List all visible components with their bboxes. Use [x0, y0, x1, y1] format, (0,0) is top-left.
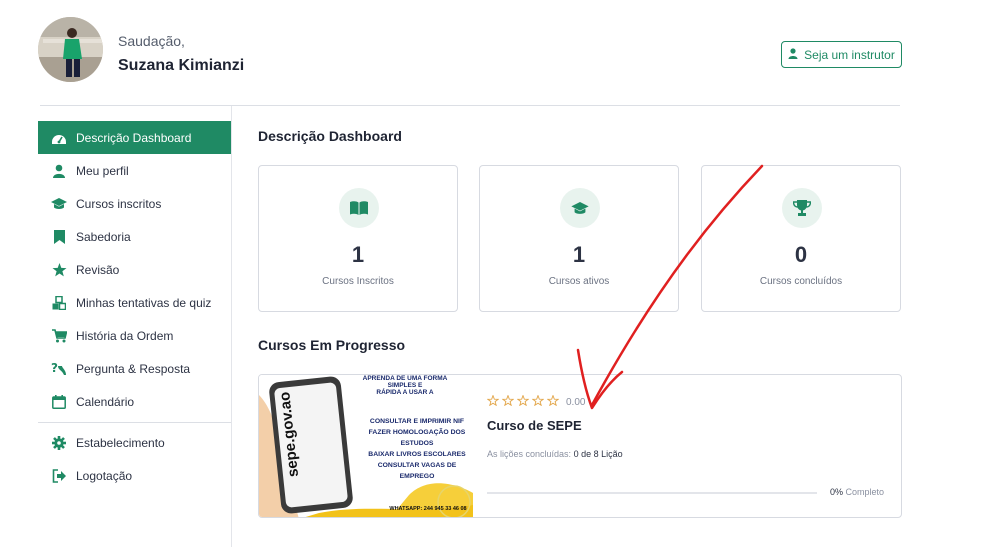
lessons-value: 0 de 8 Lição [573, 449, 623, 459]
sidebar-item-calendar[interactable]: Calendário [38, 385, 231, 418]
become-instructor-label: Seja um instrutor [804, 47, 895, 62]
annotation-arrow [576, 164, 764, 410]
progress-value: 0% [830, 487, 844, 497]
sidebar-item-quiz-attempts[interactable]: Minhas tentativas de quiz [38, 286, 231, 319]
user-icon [50, 162, 68, 180]
sidebar-item-label: Meu perfil [76, 163, 129, 178]
sidebar-item-wishlist[interactable]: Sabedoria [38, 220, 231, 253]
lessons-completed: As lições concluídas: 0 de 8 Lição [487, 449, 623, 459]
thumb-whatsapp: WHATSAPP: 244 945 33 46 08 [389, 506, 467, 512]
logout-icon [50, 467, 68, 485]
stat-card-enrolled: 1 Cursos Inscritos [258, 165, 458, 312]
course-title[interactable]: Curso de SEPE [487, 418, 582, 433]
become-instructor-button[interactable]: Seja um instrutor [781, 41, 902, 68]
thumb-line-2: RÁPIDA A USAR A [376, 389, 434, 396]
sidebar-item-logout[interactable]: Logotação [38, 459, 231, 492]
sidebar-item-label: Cursos inscritos [76, 196, 162, 211]
dashboard-icon [50, 129, 68, 147]
sidebar-item-dashboard[interactable]: Descrição Dashboard [38, 121, 231, 154]
stat-label: Cursos Inscritos [322, 276, 394, 287]
bookmark-icon [50, 228, 68, 246]
trophy-icon [782, 188, 822, 228]
thumb-feature: CONSULTAR E IMPRIMIR NIF [369, 418, 465, 425]
lessons-label: As lições concluídas: [487, 449, 572, 459]
star-empty-icon [546, 394, 560, 409]
sidebar-item-enrolled-courses[interactable]: Cursos inscritos [38, 187, 231, 220]
star-icon [50, 261, 68, 279]
svg-text:?: ? [51, 361, 58, 375]
cubes-icon [50, 294, 68, 312]
sidebar-item-label: Logotação [76, 468, 133, 483]
graduation-cap-icon [50, 195, 68, 213]
thumb-headline: APRENDA DE UMA FORMA SIMPLES E RÁPIDA A … [355, 375, 455, 396]
star-empty-icon [516, 394, 530, 409]
sidebar-item-label: História da Ordem [76, 328, 174, 343]
user-name: Suzana Kimianzi [118, 57, 245, 74]
sidebar-item-label: Calendário [76, 394, 135, 409]
progress-label: 0% Completo [830, 487, 884, 497]
sidebar-item-qa[interactable]: ? Pergunta & Resposta [38, 352, 231, 385]
sidebar-item-label: Minhas tentativas de quiz [76, 295, 212, 310]
gear-icon [50, 434, 68, 452]
sidebar-item-label: Descrição Dashboard [76, 130, 192, 145]
course-thumbnail[interactable]: APRENDA DE UMA FORMA SIMPLES E RÁPIDA A … [259, 375, 473, 517]
avatar [38, 17, 103, 82]
sidebar-item-order-history[interactable]: História da Ordem [38, 319, 231, 352]
question-icon: ? [50, 360, 68, 378]
dashboard-title: Descrição Dashboard [258, 128, 402, 144]
star-empty-icon [531, 394, 545, 409]
header-divider [40, 105, 900, 106]
star-empty-icon [486, 394, 500, 409]
thumb-feature-list: CONSULTAR E IMPRIMIR NIF FAZER HOMOLOGAÇ… [367, 416, 467, 482]
cart-icon [50, 327, 68, 345]
sidebar-separator [38, 422, 231, 423]
sidebar-item-label: Revisão [76, 262, 120, 277]
sidebar-divider [231, 106, 232, 547]
thumb-feature: CONSULTAR VAGAS DE EMPREGO [377, 462, 457, 480]
user-icon [788, 47, 798, 62]
stat-value: 1 [351, 242, 365, 267]
sidebar-item-label: Pergunta & Resposta [76, 361, 191, 376]
book-open-icon [339, 188, 379, 228]
sidebar-item-settings[interactable]: Estabelecimento [38, 426, 231, 459]
sidebar-item-profile[interactable]: Meu perfil [38, 154, 231, 187]
star-empty-icon [501, 394, 515, 409]
sidebar: Descrição Dashboard Meu perfil Cursos in… [38, 121, 231, 492]
sidebar-item-label: Estabelecimento [76, 435, 165, 450]
greeting-text: Saudação, [118, 33, 185, 49]
thumb-line-1: APRENDA DE UMA FORMA SIMPLES E [362, 375, 448, 389]
sidebar-item-label: Sabedoria [76, 229, 131, 244]
in-progress-title: Cursos Em Progresso [258, 337, 406, 353]
calendar-icon [50, 393, 68, 411]
progress-bar [487, 492, 817, 494]
progress-suffix: Completo [845, 487, 885, 497]
thumb-feature: FAZER HOMOLOGAÇÃO DOS ESTUDOS [368, 429, 466, 447]
sidebar-item-reviews[interactable]: Revisão [38, 253, 231, 286]
thumb-feature: BAIXAR LIVROS ESCOLARES [368, 451, 466, 458]
